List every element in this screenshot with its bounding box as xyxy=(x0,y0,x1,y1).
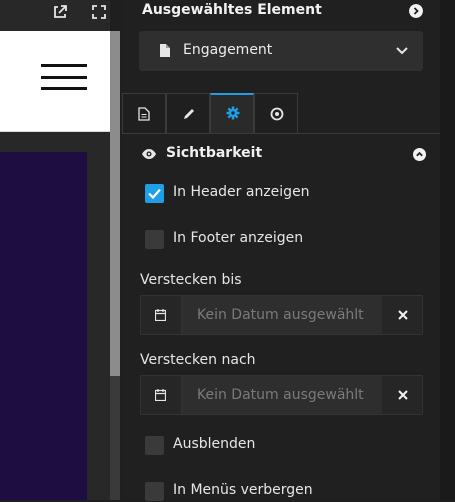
tab-target[interactable] xyxy=(254,93,298,133)
preview-toolbar xyxy=(0,0,110,31)
page-icon xyxy=(160,44,170,57)
panel-title: Ausgewähltes Element xyxy=(142,2,322,18)
inspector-panel xyxy=(122,0,440,500)
inspector-tabs xyxy=(122,93,440,134)
close-icon xyxy=(398,310,408,320)
hide-until-calendar-button[interactable] xyxy=(141,296,182,334)
hide-until-date-field xyxy=(140,295,423,335)
section-title: Sichtbarkeit xyxy=(166,145,263,161)
hide-after-calendar-button[interactable] xyxy=(141,376,182,414)
hide-after-clear-button[interactable] xyxy=(383,376,422,414)
show-in-footer-label: In Footer anzeigen xyxy=(173,230,304,246)
preview-scrollbar-thumb[interactable] xyxy=(110,31,120,376)
hamburger-menu-icon[interactable] xyxy=(41,64,87,90)
hide-in-menus-checkbox[interactable] xyxy=(145,482,164,501)
hide-in-menus-label: In Menüs verbergen xyxy=(173,482,313,498)
hide-until-clear-button[interactable] xyxy=(383,296,422,334)
tab-document[interactable] xyxy=(122,93,166,133)
target-icon xyxy=(270,107,284,121)
tab-settings[interactable] xyxy=(210,93,254,133)
calendar-icon xyxy=(155,309,166,321)
show-in-header-label: In Header anzeigen xyxy=(173,184,310,200)
panel-next-arrow-icon[interactable] xyxy=(409,4,423,18)
hide-checkbox[interactable] xyxy=(145,436,164,455)
fullscreen-icon[interactable] xyxy=(91,4,107,20)
hide-after-label: Verstecken nach xyxy=(140,352,256,368)
hide-until-input[interactable] xyxy=(182,296,382,334)
chevron-down-icon xyxy=(396,47,408,55)
pencil-icon xyxy=(184,109,194,119)
gear-icon xyxy=(226,106,240,120)
page-preview xyxy=(0,0,110,500)
element-select[interactable]: Engagement xyxy=(139,31,423,71)
show-in-header-checkbox[interactable] xyxy=(145,184,164,203)
show-in-footer-checkbox[interactable] xyxy=(145,230,164,249)
element-select-value: Engagement xyxy=(183,42,273,58)
hide-after-date-field xyxy=(140,375,423,415)
tab-edit[interactable] xyxy=(166,93,210,133)
collapse-chevron-icon[interactable] xyxy=(413,148,426,161)
document-icon xyxy=(138,107,150,121)
eye-icon xyxy=(142,149,156,159)
close-icon xyxy=(398,390,408,400)
hide-label: Ausblenden xyxy=(173,436,256,452)
panel-edge xyxy=(440,0,455,500)
hide-until-label: Verstecken bis xyxy=(140,272,242,288)
calendar-icon xyxy=(155,389,166,401)
preview-header xyxy=(0,31,110,132)
open-external-icon[interactable] xyxy=(52,4,68,20)
hide-after-input[interactable] xyxy=(182,376,382,414)
visibility-section-header[interactable]: Sichtbarkeit xyxy=(141,145,426,165)
checkmark-icon xyxy=(148,188,161,199)
preview-content-block xyxy=(0,152,87,500)
